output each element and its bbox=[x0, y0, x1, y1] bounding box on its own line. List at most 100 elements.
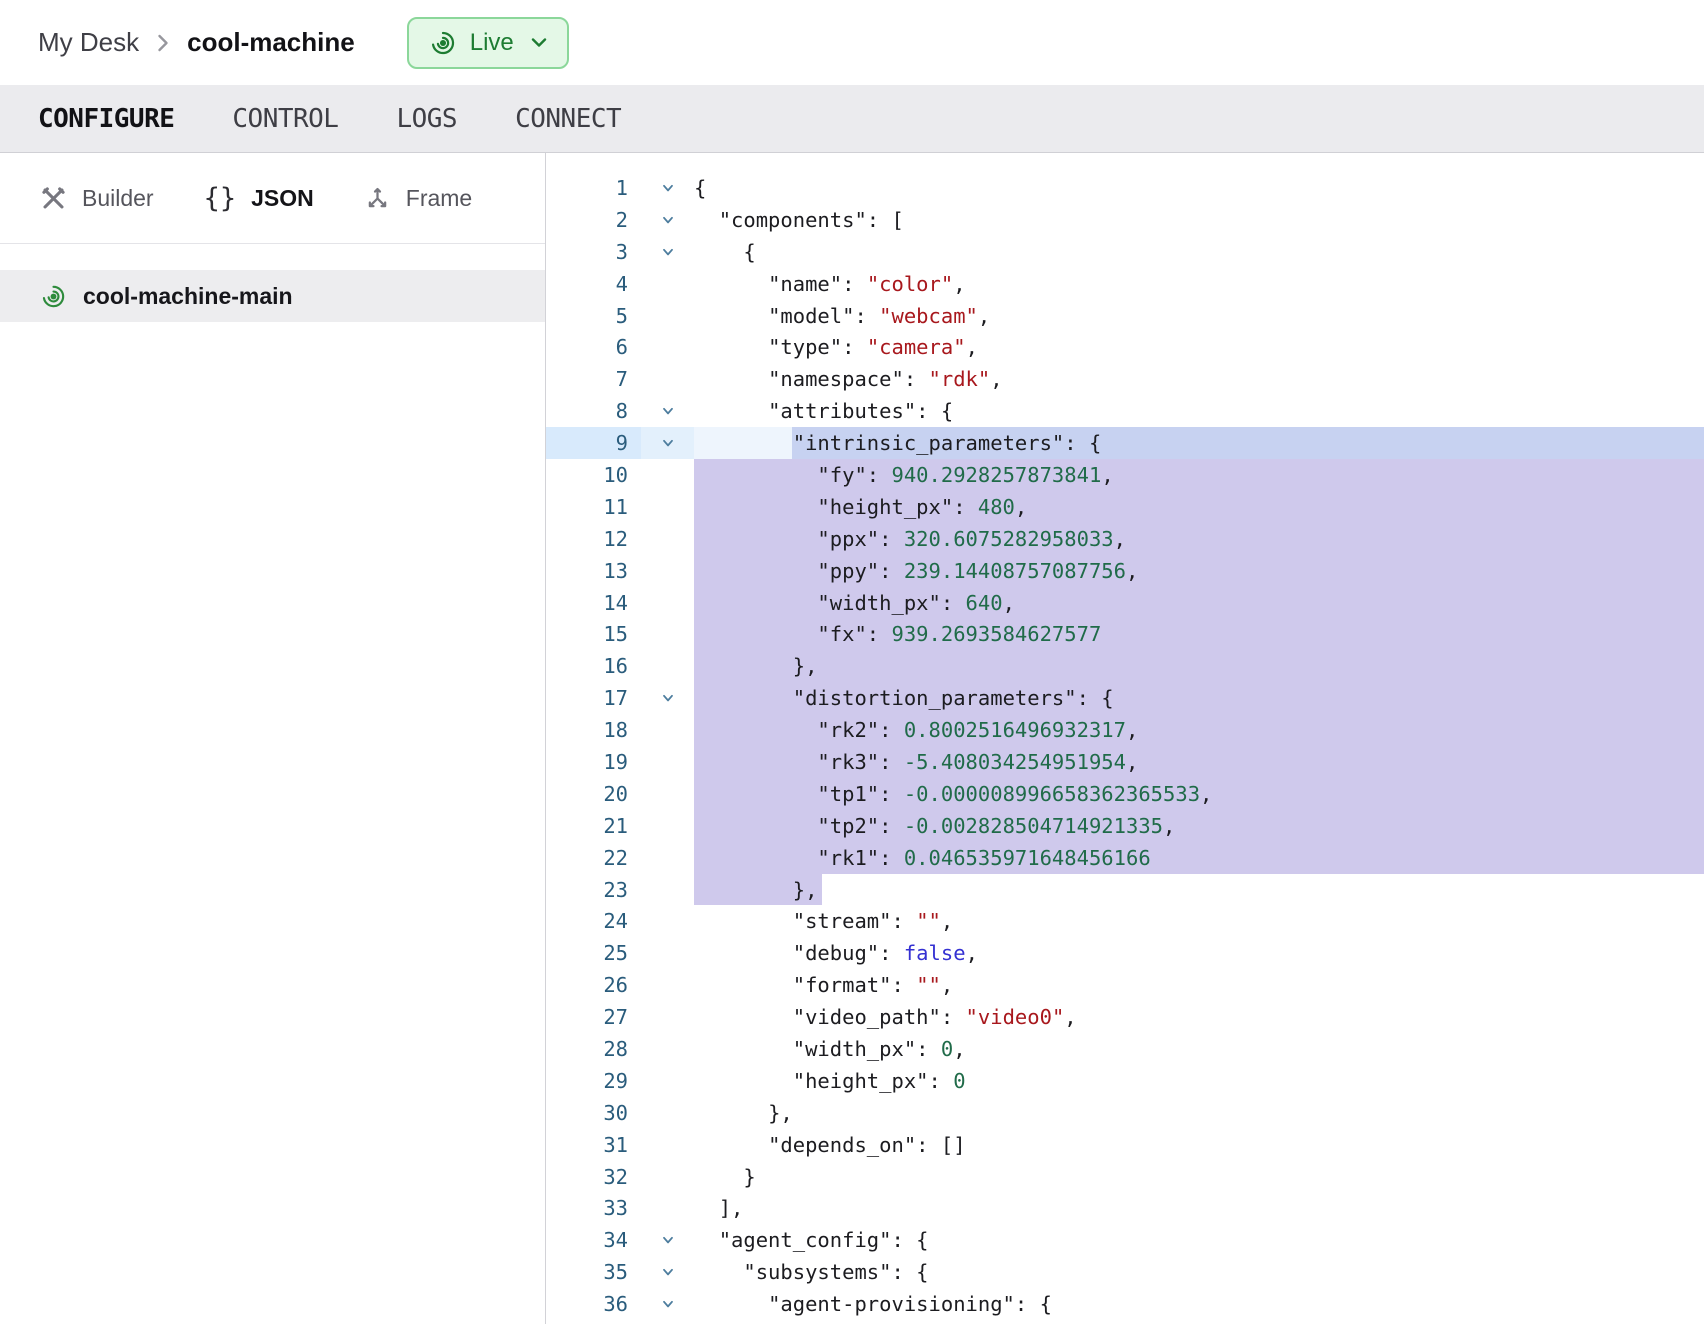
code-text[interactable]: }, bbox=[694, 874, 1704, 906]
code-text[interactable]: "format": "", bbox=[694, 969, 1704, 1001]
fold-chevron-icon[interactable] bbox=[641, 172, 694, 204]
code-line-text: }, bbox=[694, 878, 817, 902]
code-text[interactable]: }, bbox=[694, 1097, 1704, 1129]
code-text[interactable]: "debug": false, bbox=[694, 937, 1704, 969]
line-number: 36 bbox=[546, 1288, 641, 1320]
code-text[interactable]: { bbox=[694, 236, 1704, 268]
code-text[interactable]: "height_px": 480, bbox=[694, 491, 1704, 523]
fold-gutter bbox=[641, 555, 694, 587]
code-line: 20 "tp1": -0.000008996658362365533, bbox=[546, 778, 1704, 810]
line-number: 23 bbox=[546, 874, 641, 906]
code-text[interactable]: "stream": "", bbox=[694, 905, 1704, 937]
mode-builder[interactable]: Builder bbox=[40, 185, 154, 212]
code-text[interactable]: "namespace": "rdk", bbox=[694, 363, 1704, 395]
fold-chevron-icon[interactable] bbox=[641, 682, 694, 714]
code-text[interactable]: "ppy": 239.14408757087756, bbox=[694, 555, 1704, 587]
line-number: 25 bbox=[546, 937, 641, 969]
fold-gutter bbox=[641, 1193, 694, 1225]
code-text[interactable]: "width_px": 640, bbox=[694, 587, 1704, 619]
fold-chevron-icon[interactable] bbox=[641, 1288, 694, 1320]
code-line-text: "name": "color", bbox=[694, 272, 966, 296]
code-text[interactable]: "type": "camera", bbox=[694, 331, 1704, 363]
code-line: 27 "video_path": "video0", bbox=[546, 1001, 1704, 1033]
code-text[interactable]: "depends_on": [] bbox=[694, 1129, 1704, 1161]
line-number: 22 bbox=[546, 842, 641, 874]
tab-configure[interactable]: CONFIGURE bbox=[38, 104, 174, 134]
line-number: 28 bbox=[546, 1033, 641, 1065]
code-text[interactable]: { bbox=[694, 172, 1704, 204]
fold-gutter bbox=[641, 491, 694, 523]
code-line-text: "tp2": -0.002828504714921335, bbox=[694, 814, 1175, 838]
code-text[interactable]: "fy": 940.2928257873841, bbox=[694, 459, 1704, 491]
fold-gutter bbox=[641, 1161, 694, 1193]
machine-part-row-selected[interactable]: cool-machine-main bbox=[0, 270, 545, 322]
code-text[interactable]: "distortion_parameters": { bbox=[694, 682, 1704, 714]
code-line: 24 "stream": "", bbox=[546, 905, 1704, 937]
code-line: 22 "rk1": 0.046535971648456166 bbox=[546, 842, 1704, 874]
code-text[interactable]: "name": "color", bbox=[694, 268, 1704, 300]
code-line-text: "namespace": "rdk", bbox=[694, 367, 1003, 391]
code-text[interactable]: ], bbox=[694, 1193, 1704, 1225]
fold-chevron-icon[interactable] bbox=[641, 1224, 694, 1256]
fold-gutter bbox=[641, 331, 694, 363]
code-text[interactable]: "model": "webcam", bbox=[694, 300, 1704, 332]
line-number: 10 bbox=[546, 459, 641, 491]
fold-chevron-icon[interactable] bbox=[641, 236, 694, 268]
code-line: 7 "namespace": "rdk", bbox=[546, 363, 1704, 395]
fold-chevron-icon[interactable] bbox=[641, 204, 694, 236]
code-text[interactable]: "tp2": -0.002828504714921335, bbox=[694, 810, 1704, 842]
code-text[interactable]: "attributes": { bbox=[694, 395, 1704, 427]
code-text[interactable]: "rk1": 0.046535971648456166 bbox=[694, 842, 1704, 874]
line-number: 15 bbox=[546, 618, 641, 650]
code-text[interactable]: "tp1": -0.000008996658362365533, bbox=[694, 778, 1704, 810]
line-number: 14 bbox=[546, 587, 641, 619]
code-line-text: "rk1": 0.046535971648456166 bbox=[694, 846, 1151, 870]
code-text[interactable]: "agent-provisioning": { bbox=[694, 1288, 1704, 1320]
fold-gutter bbox=[641, 778, 694, 810]
breadcrumb-current-machine: cool-machine bbox=[187, 27, 355, 58]
code-line: 1{ bbox=[546, 172, 1704, 204]
code-text[interactable]: "ppx": 320.6075282958033, bbox=[694, 523, 1704, 555]
line-number: 12 bbox=[546, 523, 641, 555]
code-line: 17 "distortion_parameters": { bbox=[546, 682, 1704, 714]
code-text[interactable]: "components": [ bbox=[694, 204, 1704, 236]
line-number: 11 bbox=[546, 491, 641, 523]
breadcrumb-root-link[interactable]: My Desk bbox=[38, 27, 139, 58]
fold-gutter bbox=[641, 618, 694, 650]
code-text[interactable]: "rk3": -5.408034254951954, bbox=[694, 746, 1704, 778]
live-status-dropdown[interactable]: Live bbox=[407, 17, 569, 69]
code-line-text: "rk2": 0.8002516496932317, bbox=[694, 718, 1138, 742]
fold-chevron-icon[interactable] bbox=[641, 1256, 694, 1288]
tab-connect[interactable]: CONNECT bbox=[515, 104, 621, 134]
mode-frame[interactable]: Frame bbox=[364, 185, 472, 212]
tab-logs[interactable]: LOGS bbox=[396, 104, 457, 134]
line-number: 17 bbox=[546, 682, 641, 714]
line-number: 24 bbox=[546, 905, 641, 937]
json-code-editor[interactable]: 1{2 "components": [3 {4 "name": "color",… bbox=[546, 153, 1704, 1324]
fold-chevron-icon[interactable] bbox=[641, 427, 694, 459]
code-text[interactable]: } bbox=[694, 1161, 1704, 1193]
code-text[interactable]: }, bbox=[694, 650, 1704, 682]
code-text[interactable]: "subsystems": { bbox=[694, 1256, 1704, 1288]
code-text[interactable]: "width_px": 0, bbox=[694, 1033, 1704, 1065]
code-text[interactable]: "rk2": 0.8002516496932317, bbox=[694, 714, 1704, 746]
live-label: Live bbox=[470, 29, 514, 57]
code-line-text: "width_px": 0, bbox=[694, 1037, 966, 1061]
code-line-text: "debug": false, bbox=[694, 941, 978, 965]
mode-json[interactable]: {} JSON bbox=[204, 185, 314, 212]
line-number: 29 bbox=[546, 1065, 641, 1097]
fold-gutter bbox=[641, 1129, 694, 1161]
fold-gutter bbox=[641, 650, 694, 682]
line-number: 21 bbox=[546, 810, 641, 842]
code-text[interactable]: "intrinsic_parameters": { bbox=[694, 427, 1704, 459]
code-text[interactable]: "height_px": 0 bbox=[694, 1065, 1704, 1097]
tab-control[interactable]: CONTROL bbox=[232, 104, 338, 134]
main-content: Builder {} JSON Frame bbox=[0, 153, 1704, 1324]
code-text[interactable]: "fx": 939.2693584627577 bbox=[694, 618, 1704, 650]
view-mode-toolbar: Builder {} JSON Frame bbox=[0, 153, 545, 244]
fold-chevron-icon[interactable] bbox=[641, 395, 694, 427]
mode-builder-label: Builder bbox=[82, 185, 154, 212]
code-text[interactable]: "video_path": "video0", bbox=[694, 1001, 1704, 1033]
code-line-text: "video_path": "video0", bbox=[694, 1005, 1077, 1029]
code-text[interactable]: "agent_config": { bbox=[694, 1224, 1704, 1256]
